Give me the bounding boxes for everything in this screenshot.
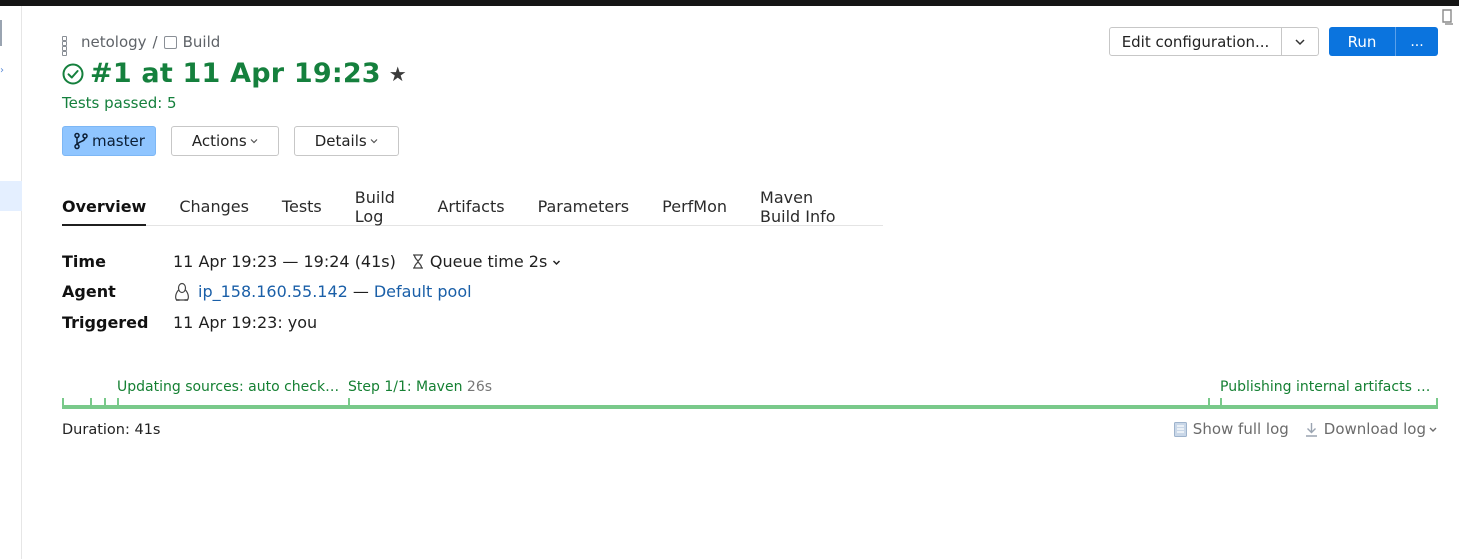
timeline-stage-name: Step 1/1: Maven [348, 379, 463, 395]
sidebar-selected-item[interactable] [0, 181, 22, 211]
left-sidebar-rail: › [0, 6, 22, 559]
breadcrumb-separator: / [152, 33, 158, 51]
agent-separator: — [352, 282, 369, 302]
build-tabs: Overview Changes Tests Build Log Artifac… [62, 188, 883, 226]
tab-tests[interactable]: Tests [282, 188, 322, 225]
timeline-stage-duration: 26s [466, 379, 493, 395]
timeline-tick [1208, 398, 1210, 408]
sidebar-expand-icon[interactable]: › [0, 64, 6, 78]
actions-label: Actions [191, 132, 247, 150]
edit-configuration-dropdown[interactable] [1282, 28, 1318, 55]
sidebar-marker [0, 20, 2, 46]
run-options-button[interactable]: ... [1396, 27, 1438, 56]
page-title-row: #1 at 11 Apr 19:23 ★ [62, 58, 407, 89]
timeline-stage-label[interactable]: Updating sources: auto check… [117, 379, 339, 395]
timeline-bar [62, 405, 1438, 409]
queue-time-dropdown[interactable]: Queue time 2s [430, 252, 562, 271]
download-log-label: Download log [1323, 420, 1426, 438]
triggered-value: 11 Apr 19:23: you [173, 312, 318, 332]
triggered-label: Triggered [62, 312, 149, 332]
timeline-tick [62, 398, 64, 408]
edit-configuration-button[interactable]: Edit configuration... [1110, 28, 1282, 55]
time-label: Time [62, 251, 106, 271]
breadcrumb-project[interactable]: netology [81, 33, 147, 51]
chevron-down-icon [1295, 38, 1305, 45]
queue-time: Queue time 2s [429, 251, 548, 271]
build-config-icon [163, 35, 177, 49]
agent-link[interactable]: ip_158.160.55.142 [198, 282, 348, 301]
details-dropdown[interactable]: Details [293, 126, 399, 156]
chevron-down-icon [250, 139, 258, 144]
edit-configuration-group: Edit configuration... [1109, 27, 1319, 56]
timeline-stage-label[interactable]: Step 1/1: Maven 26s [348, 379, 492, 395]
timeline-tick [1436, 398, 1438, 408]
build-info: Time 11 Apr 19:23 — 19:24 (41s) Queue ti… [62, 246, 561, 338]
agent-row: Agent ip_158.160.55.142 — Default pool [62, 277, 561, 308]
branch-chip[interactable]: master [62, 126, 156, 156]
details-label: Details [314, 132, 367, 150]
show-full-log-label: Show full log [1192, 420, 1289, 438]
timeline-tick [1220, 398, 1222, 408]
time-row: Time 11 Apr 19:23 — 19:24 (41s) Queue ti… [62, 246, 561, 277]
agent-pool-link[interactable]: Default pool [374, 282, 472, 301]
build-status-text[interactable]: Tests passed: 5 [62, 94, 177, 112]
window-top-bar [0, 0, 1459, 6]
download-log-dropdown[interactable]: Download log [1305, 420, 1438, 438]
star-icon[interactable]: ★ [389, 64, 407, 84]
timeline-tick [348, 398, 350, 408]
time-value: 11 Apr 19:23 — 19:24 (41s) [173, 251, 396, 271]
chevron-down-icon [553, 260, 561, 265]
actions-dropdown[interactable]: Actions [170, 126, 279, 156]
build-duration: Duration: 41s [62, 422, 161, 438]
linux-icon [175, 282, 189, 301]
timeline-tick [104, 398, 106, 408]
chevron-down-icon [1429, 427, 1437, 432]
tab-overview[interactable]: Overview [62, 188, 147, 226]
timeline-stage-label[interactable]: Publishing internal artifacts … [1220, 379, 1430, 395]
timeline-tick [117, 398, 119, 408]
log-actions: Show full log Download log [1158, 420, 1438, 438]
build-chips: master Actions Details [62, 126, 399, 156]
build-timeline: Updating sources: auto check… Step 1/1: … [62, 376, 1438, 412]
corner-icon[interactable] [1437, 6, 1459, 30]
branch-icon [74, 132, 88, 150]
tab-perfmon[interactable]: PerfMon [662, 188, 727, 225]
project-icon [62, 35, 75, 56]
success-check-icon [62, 63, 84, 84]
triggered-row: Triggered 11 Apr 19:23: you [62, 307, 561, 338]
run-group: Run ... [1329, 27, 1438, 56]
branch-name: master [92, 132, 145, 150]
hourglass-icon [412, 254, 423, 269]
tab-maven-build-info[interactable]: Maven Build Info [760, 188, 850, 226]
download-icon [1305, 422, 1317, 437]
tab-changes[interactable]: Changes [179, 188, 249, 225]
log-file-icon [1173, 421, 1187, 437]
agent-label: Agent [62, 282, 116, 302]
chevron-down-icon [370, 139, 378, 144]
breadcrumb: netology / Build [62, 32, 221, 56]
run-button[interactable]: Run [1329, 27, 1396, 56]
timeline-tick [90, 398, 92, 408]
tab-parameters[interactable]: Parameters [538, 188, 630, 225]
tab-build-log[interactable]: Build Log [355, 188, 405, 226]
show-full-log-link[interactable]: Show full log [1173, 420, 1289, 438]
tab-artifacts[interactable]: Artifacts [437, 188, 504, 225]
breadcrumb-build-config[interactable]: Build [183, 33, 221, 51]
page-title: #1 at 11 Apr 19:23 [90, 58, 381, 89]
